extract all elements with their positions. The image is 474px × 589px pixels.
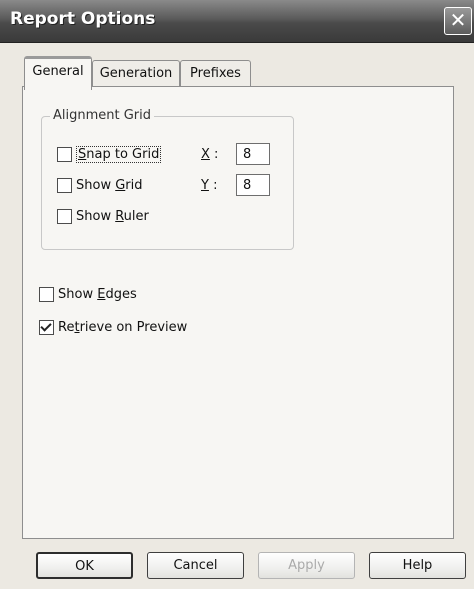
- snap-to-grid-box[interactable]: [57, 147, 72, 162]
- tab-prefixes-label: Prefixes: [190, 66, 241, 81]
- show-grid-checkbox[interactable]: Show Grid: [57, 178, 143, 193]
- tab-general-label: General: [32, 64, 84, 79]
- retrieve-on-preview-label: Retrieve on Preview: [58, 320, 188, 335]
- snap-to-grid-label: Snap to Grid: [76, 146, 162, 163]
- y-label: Y :: [201, 178, 218, 193]
- snap-to-grid-checkbox[interactable]: Snap to Grid: [57, 146, 162, 163]
- alignment-grid-group: Alignment Grid Snap to Grid Show Grid Sh…: [41, 108, 294, 250]
- ok-button[interactable]: OK: [36, 552, 133, 579]
- cancel-button[interactable]: Cancel: [147, 552, 244, 579]
- window-title: Report Options: [10, 9, 156, 29]
- tab-generation[interactable]: Generation: [92, 60, 180, 87]
- show-ruler-label: Show Ruler: [76, 209, 149, 224]
- show-edges-checkbox[interactable]: Show Edges: [39, 287, 137, 302]
- close-icon[interactable]: ✕: [444, 7, 472, 35]
- show-grid-label: Show Grid: [76, 178, 143, 193]
- tab-generation-label: Generation: [99, 66, 173, 81]
- alignment-grid-label: Alignment Grid: [50, 108, 155, 123]
- show-edges-box[interactable]: [39, 287, 54, 302]
- title-bar: Report Options ✕: [0, 0, 474, 43]
- show-ruler-box[interactable]: [57, 209, 72, 224]
- apply-button[interactable]: Apply: [258, 552, 355, 579]
- show-grid-box[interactable]: [57, 178, 72, 193]
- show-ruler-checkbox[interactable]: Show Ruler: [57, 209, 149, 224]
- show-edges-label: Show Edges: [58, 287, 137, 302]
- grid-y-input[interactable]: [236, 174, 270, 196]
- retrieve-on-preview-box[interactable]: [39, 320, 54, 335]
- help-button[interactable]: Help: [369, 552, 466, 579]
- x-label: X :: [201, 147, 219, 162]
- grid-x-input[interactable]: [236, 143, 270, 165]
- general-tab-panel: Alignment Grid Snap to Grid Show Grid Sh…: [22, 86, 454, 539]
- tab-prefixes[interactable]: Prefixes: [180, 60, 251, 87]
- tab-general[interactable]: General: [24, 56, 92, 90]
- retrieve-on-preview-checkbox[interactable]: Retrieve on Preview: [39, 320, 187, 335]
